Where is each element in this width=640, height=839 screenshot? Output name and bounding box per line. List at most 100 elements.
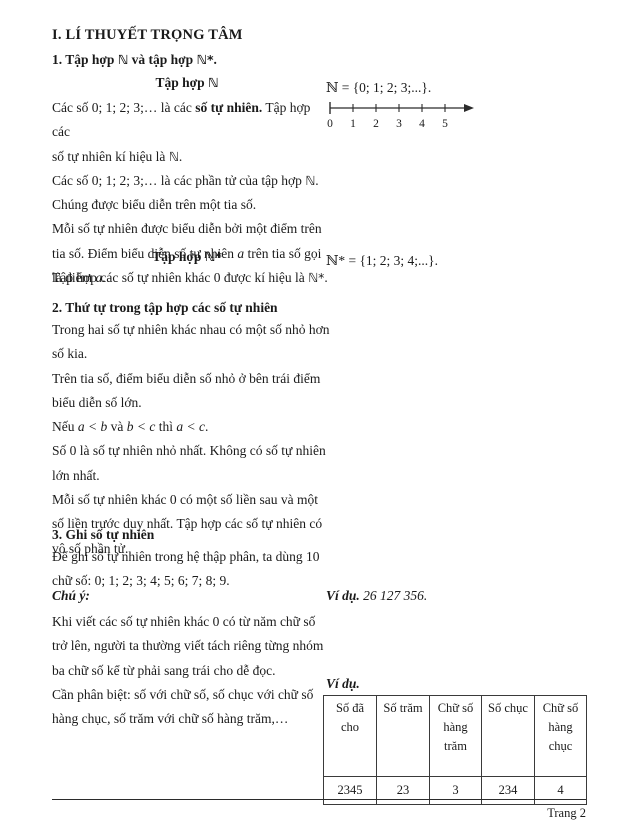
line-3: ba chữ số kể từ phải sang trái cho dễ đọ…	[52, 662, 276, 678]
number-line-tick-3: 3	[396, 118, 402, 130]
natural-number-star-symbol: ℕ*	[196, 52, 214, 67]
line-5: Mỗi số tự nhiên được biểu diễn bởi một đ…	[52, 221, 322, 237]
line-2-text-b: .	[178, 148, 183, 164]
line-1: Các số 0; 1; 2; 3;… là các số tự nhiên. …	[52, 96, 330, 145]
place-value-table: Số đã cho Số trăm Chữ số hàng trăm Số ch…	[323, 695, 587, 805]
line-8: Mỗi số tự nhiên khác 0 có một số liền sa…	[52, 492, 319, 508]
natural-number-symbol: ℕ	[117, 52, 129, 67]
document-page: I. LÍ THUYẾT TRỌNG TÂM 1. Tập hợp ℕ và t…	[0, 0, 640, 839]
line-text-a: Tập hợp các số tự nhiên khác 0 được kí h…	[52, 270, 309, 285]
inequality-a-lt-c: a < c	[176, 419, 205, 435]
table-header-cell-1: Số trăm	[376, 695, 430, 777]
line-1: Tập hợp các số tự nhiên khác 0 được kí h…	[52, 266, 330, 290]
header-2-line-0: Chữ số	[437, 701, 474, 715]
header-4-line-1: hàng	[548, 720, 573, 734]
header-3-line-0: Số chục	[488, 701, 528, 715]
section-3-heading: 3. Ghi số tự nhiên	[52, 527, 155, 542]
paragraph-note-body: Khi viết các số tự nhiên khác 0 có từ nă…	[52, 610, 330, 731]
table-header-cell-2: Chữ số hàng trăm	[429, 695, 482, 777]
example-1-value: 26 127 356.	[363, 588, 428, 603]
table-cell-3: 234	[481, 776, 535, 805]
set-n-symbol-inline-1: ℕ	[168, 148, 179, 164]
set-n-star-definition: ℕ* = {1; 2; 3; 4;...}.	[326, 253, 439, 268]
set-n-definition: ℕ = {0; 1; 2; 3;...}.	[326, 80, 432, 95]
inequality-a-lt-b: a < b	[77, 419, 108, 435]
number-line-labels: 0 1 2 3 4 5	[326, 118, 476, 134]
table-header-cell-0: Số đã cho	[323, 695, 377, 777]
number-line-figure: 0 1 2 3 4 5	[326, 98, 476, 134]
set-n-symbol-inline-2: ℕ	[305, 172, 316, 188]
section-1-heading-period: .	[213, 52, 217, 67]
line-5-text-a: Nếu	[52, 419, 78, 435]
subheading-set-n-star-label: Tập hợp	[152, 249, 202, 264]
paragraph-set-n-star: Tập hợp các số tự nhiên khác 0 được kí h…	[52, 266, 330, 290]
header-2-line-2: trăm	[444, 739, 467, 753]
header-4-line-2: chục	[548, 739, 573, 753]
subheading-set-n-star: Tập hợp ℕ*	[52, 249, 322, 265]
line-4: biểu diễn số lớn.	[52, 394, 142, 410]
line-5: hàng chục, số trăm với chữ số hàng trăm,…	[52, 711, 289, 727]
set-n-star-symbol: ℕ*	[204, 249, 222, 264]
header-1-line-0: Số trăm	[383, 701, 423, 715]
number-line-tick-4: 4	[419, 118, 425, 130]
number-line-tick-2: 2	[373, 118, 379, 130]
line-text-b: .	[324, 270, 328, 285]
inequality-b-lt-c: b < c	[126, 419, 156, 435]
table-header-cell-3: Số chục	[481, 695, 535, 777]
subheading-set-n: Tập hợp ℕ	[52, 75, 322, 91]
line-3-text-b: .	[315, 172, 319, 188]
term-natural-number: số tự nhiên.	[195, 100, 263, 115]
example-place-value: Ví dụ.	[326, 676, 360, 692]
line-1-text-a: Các số 0; 1; 2; 3;… là các	[52, 100, 196, 115]
line-6: Số 0 là số tự nhiên nhỏ nhất. Không có s…	[52, 443, 326, 459]
line-3: Trên tia số, điểm biểu diễn số nhỏ ở bên…	[52, 370, 321, 386]
line-2: chữ số: 0; 1; 2; 3; 4; 5; 6; 7; 8; 9.	[52, 573, 230, 589]
table-row: 2345 23 3 234 4	[323, 776, 587, 805]
line-4: Chúng được biểu diễn trên một tia số.	[52, 197, 257, 213]
line-1: Khi viết các số tự nhiên khác 0 có từ nă…	[52, 614, 316, 629]
line-2: trở lên, người ta thường viết tách riêng…	[52, 638, 324, 654]
section-1-heading: 1. Tập hợp ℕ và tập hợp ℕ*.	[52, 52, 217, 68]
example-1-label: Ví dụ.	[326, 588, 360, 603]
line-7: lớn nhất.	[52, 467, 100, 483]
header-4-line-0: Chữ số	[542, 701, 579, 715]
line-1: Để ghi số tự nhiên trong hệ thập phân, t…	[52, 549, 320, 564]
header-2-line-1: hàng	[443, 720, 468, 734]
note-label: Chú ý:	[52, 588, 90, 603]
table-cell-2: 3	[429, 776, 482, 805]
line-5-text-c: thì	[155, 419, 177, 435]
table-cell-4: 4	[534, 776, 587, 805]
line-5-text-d: .	[204, 419, 209, 435]
line-2: số tự nhiên kí hiệu là ℕ.	[52, 145, 330, 169]
header-0-line-0: Số đã	[335, 701, 365, 715]
table-cell-0: 2345	[323, 776, 377, 805]
number-line-tick-5: 5	[442, 118, 448, 130]
line-3-text-a: Các số 0; 1; 2; 3;… là các phần tử của t…	[52, 172, 306, 188]
set-n-symbol: ℕ	[208, 75, 219, 90]
section-1-heading-part2: và tập hợp	[131, 52, 194, 67]
line-2: số kia.	[52, 346, 88, 362]
paragraph-ordering: Trong hai số tự nhiên khác nhau có một s…	[52, 318, 330, 561]
paragraph-decimal-digits: Để ghi số tự nhiên trong hệ thập phân, t…	[52, 545, 330, 594]
set-n-star-symbol-inline: ℕ*	[308, 270, 325, 285]
section-1-heading-part1: 1. Tập hợp	[52, 52, 115, 67]
example-grouped-number: Ví dụ. 26 127 356.	[326, 588, 427, 604]
table-cell-1: 23	[376, 776, 430, 805]
number-line-tick-1: 1	[350, 118, 356, 130]
example-2-label: Ví dụ.	[326, 676, 360, 691]
line-1: Trong hai số tự nhiên khác nhau có một s…	[52, 322, 330, 337]
line-5-text-b: và	[107, 419, 127, 435]
line-3: Các số 0; 1; 2; 3;… là các phần tử của t…	[52, 169, 330, 193]
line-2-text-a: số tự nhiên kí hiệu là	[52, 148, 169, 164]
footer-page-number: Trang 2	[547, 806, 586, 820]
section-2-heading: 2. Thứ tự trong tập hợp các số tự nhiên	[52, 300, 278, 315]
number-line-svg	[329, 102, 474, 114]
header-0-line-1: cho	[340, 720, 360, 734]
footer-divider	[52, 799, 586, 800]
line-4: Cần phân biệt: số với chữ số, số chục vớ…	[52, 686, 314, 702]
line-5-transitivity: Nếu a < b và b < c thì a < c.	[52, 415, 330, 439]
page-title: I. LÍ THUYẾT TRỌNG TÂM	[52, 27, 243, 43]
table-header-row: Số đã cho Số trăm Chữ số hàng trăm Số ch…	[323, 695, 587, 777]
table-header-cell-4: Chữ số hàng chục	[534, 695, 587, 777]
subheading-set-n-label: Tập hợp	[155, 75, 205, 90]
